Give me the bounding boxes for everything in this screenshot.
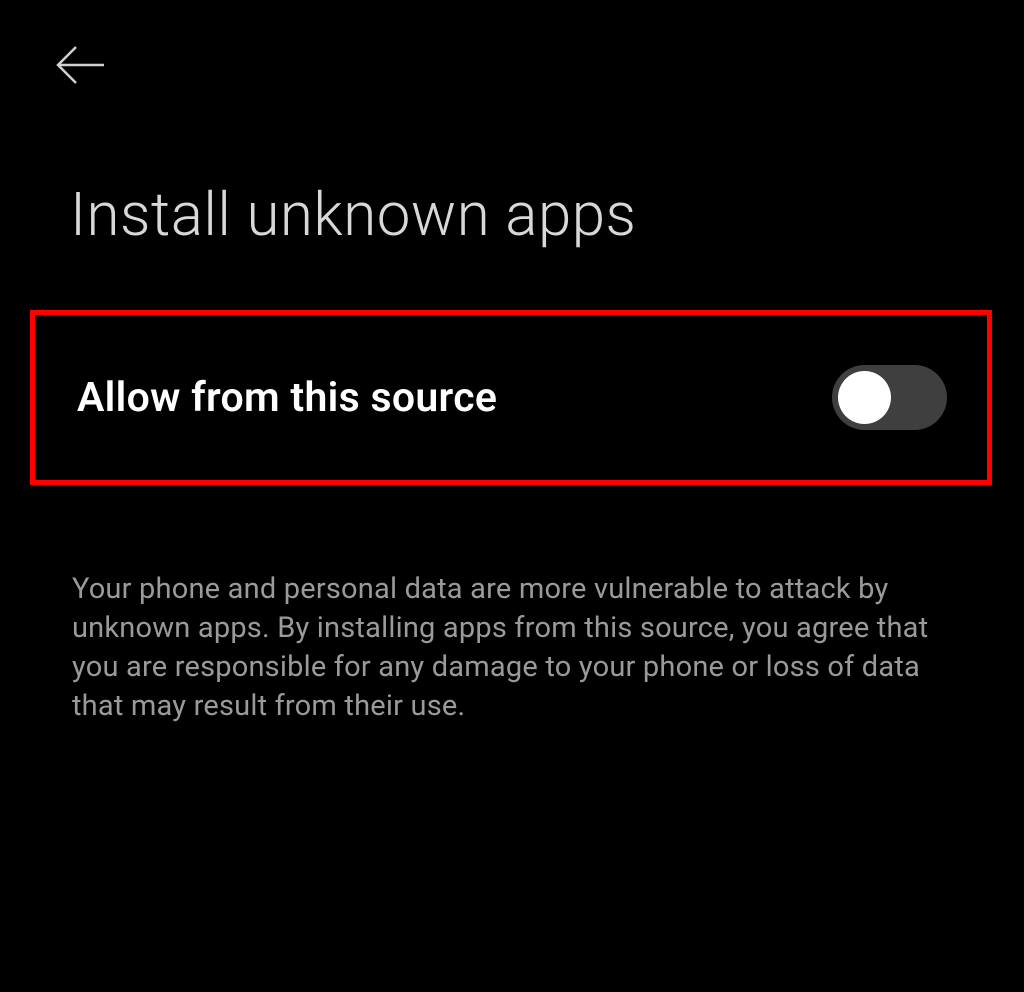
toggle-knob	[838, 371, 891, 424]
page-title: Install unknown apps	[0, 114, 1024, 280]
header	[0, 0, 1024, 114]
back-arrow-icon[interactable]	[50, 40, 108, 90]
setting-label: Allow from this source	[77, 374, 497, 422]
allow-from-source-toggle[interactable]	[832, 365, 947, 430]
allow-from-source-row[interactable]: Allow from this source	[30, 310, 992, 485]
warning-description: Your phone and personal data are more vu…	[0, 485, 1024, 727]
